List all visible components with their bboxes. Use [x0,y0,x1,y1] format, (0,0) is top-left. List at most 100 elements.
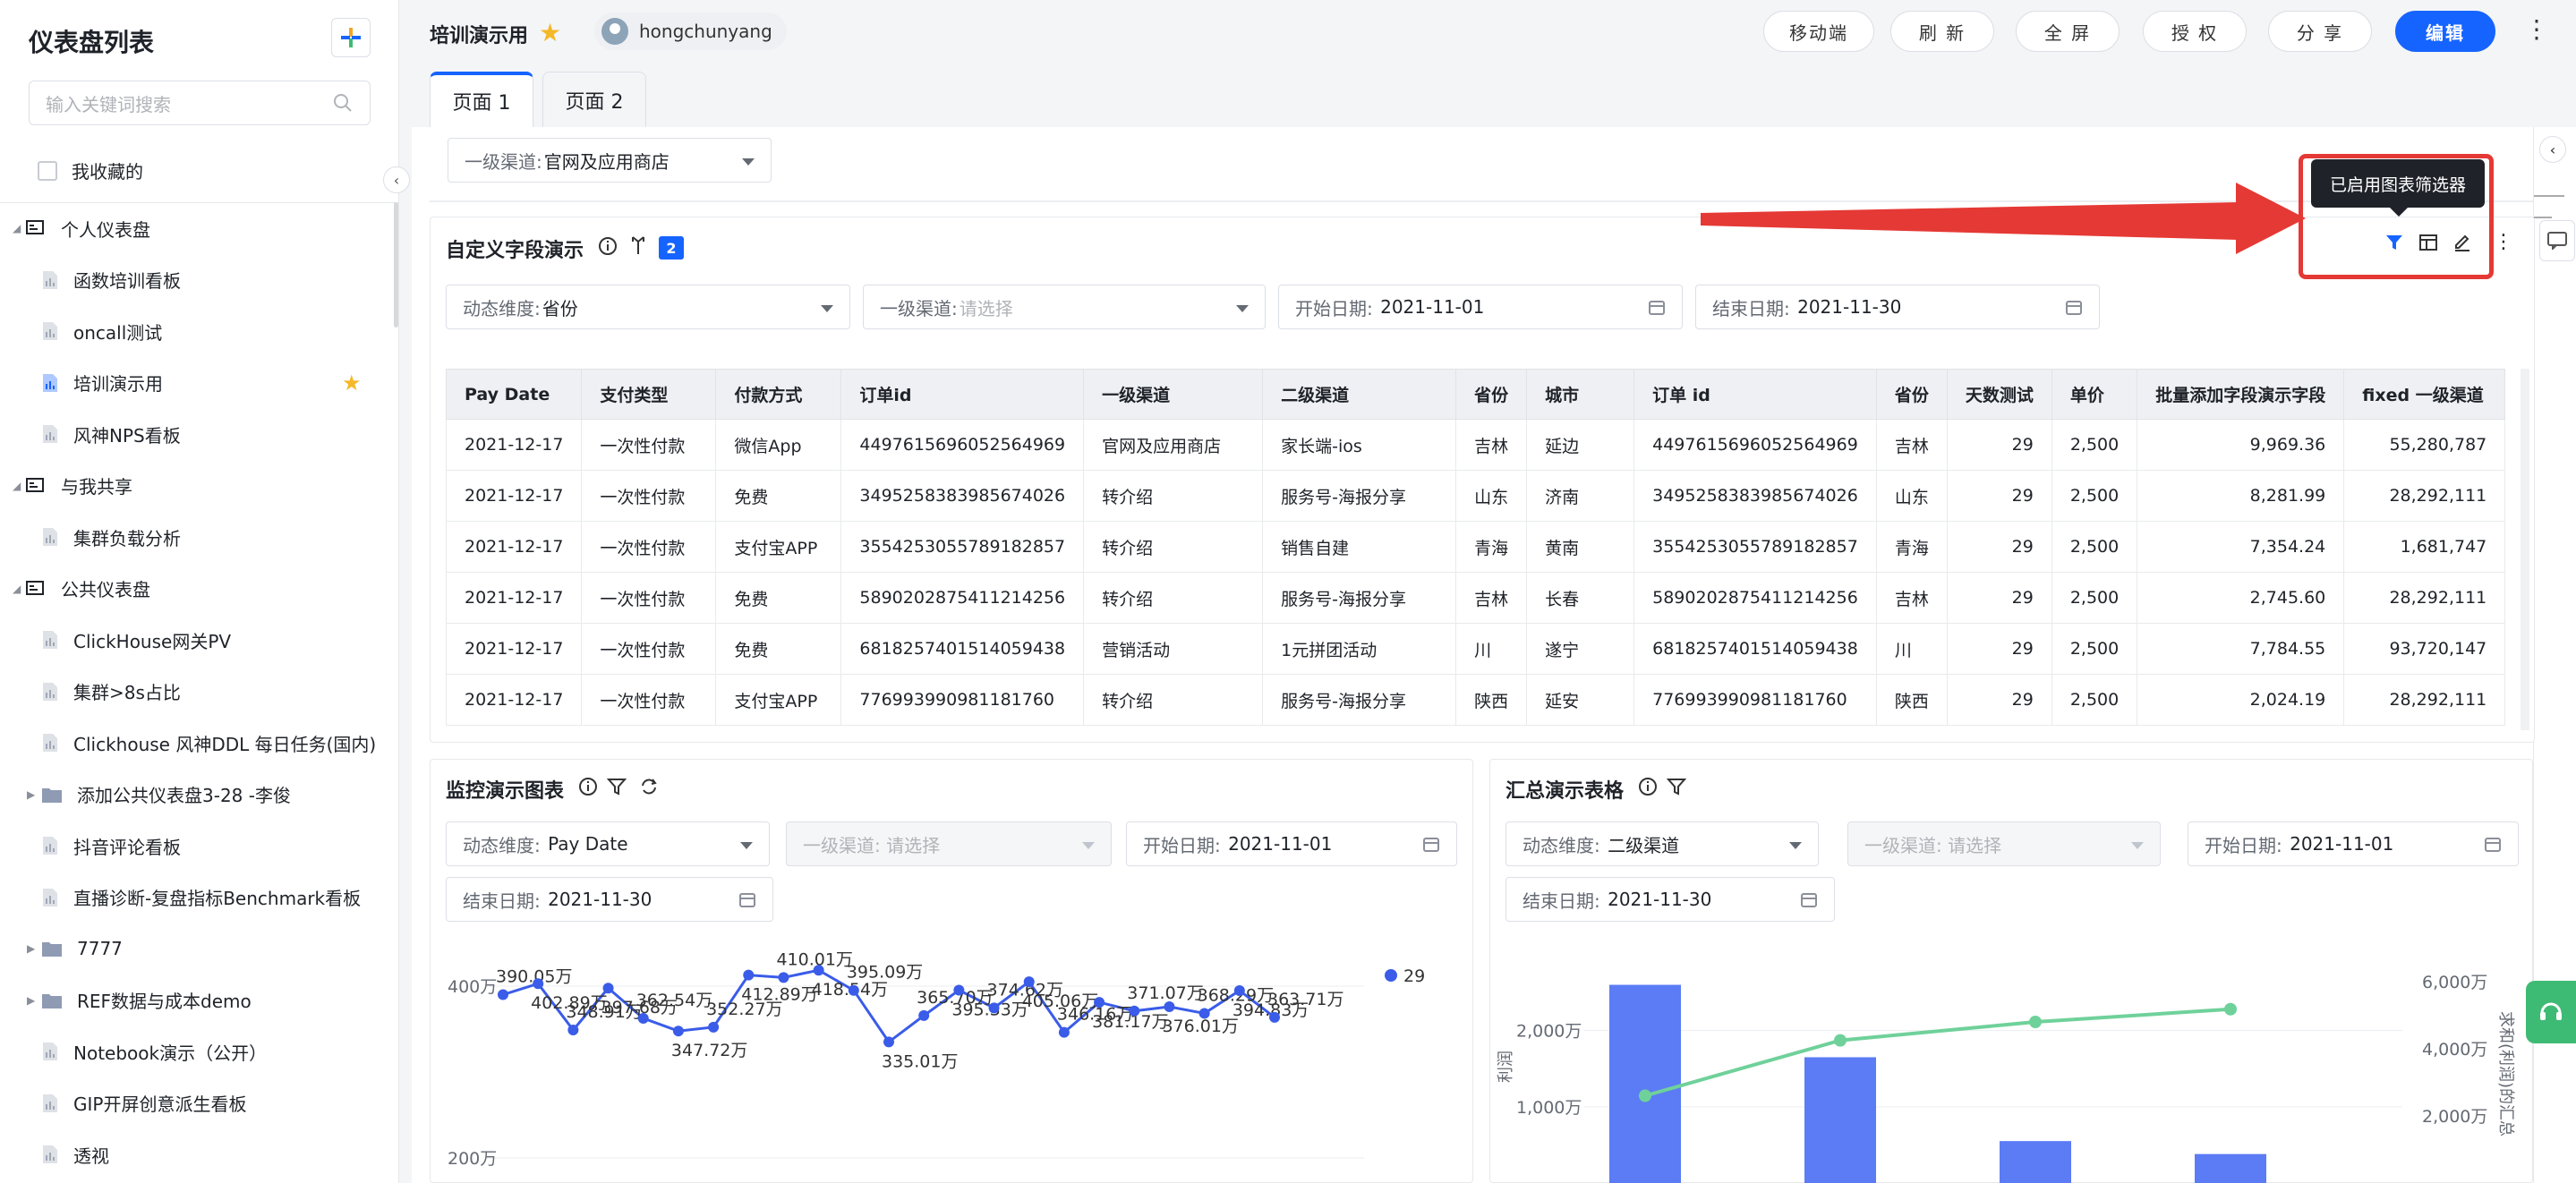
dimension-filter[interactable]: 动态维度: Pay Date [446,821,770,866]
table-cell: 2021-12-17 [446,572,583,624]
chevron-down-icon [821,305,833,312]
comment-icon[interactable] [2539,220,2575,261]
table-cell: 支付宝APP [715,674,842,726]
tree-group-1[interactable]: ◢ 与我共享 [0,461,399,511]
fork-icon[interactable] [628,234,648,260]
column-header[interactable]: 省份 [1455,369,1528,420]
column-header[interactable]: 二级渠道 [1262,369,1457,420]
tab-page-1[interactable]: 页面 1 [430,72,533,127]
table-cell: 家长端-ios [1262,419,1457,471]
channel-filter[interactable]: 一级渠道: 请选择 [1847,821,2161,866]
tree-folder[interactable]: ▶ REF数据与成本demo [0,975,399,1026]
end-date-filter[interactable]: 结束日期: 2021-11-30 [446,877,773,922]
tree-folder[interactable]: ▶ 7777 [0,923,399,974]
table-cell: 5890202875411214256 [1633,572,1877,624]
tree-group-2[interactable]: ◢ 公共仪表盘 [0,564,399,614]
tree-item[interactable]: 直播诊断-复盘指标Benchmark看板 [0,872,399,923]
share-button[interactable]: 分 享 [2268,11,2372,52]
more-icon[interactable]: ⋮ [2524,14,2549,44]
tree-item[interactable]: ClickHouse网关PV [0,615,399,665]
channel-filter[interactable]: 一级渠道: 请选择 [786,821,1112,866]
table-cell: 6818257401514059438 [1633,623,1877,675]
owner-pill[interactable]: hongchunyang [594,13,787,50]
edit-button[interactable]: 编辑 [2395,11,2495,52]
start-date-filter[interactable]: 开始日期: 2021-11-01 [1278,285,1683,329]
filter-outline-icon[interactable] [1666,777,1687,801]
dimension-filter[interactable]: 动态维度: 省份 [446,285,850,329]
end-date-filter[interactable]: 结束日期: 2021-11-30 [1506,877,1835,922]
table-cell: 服务号-海报分享 [1262,470,1457,522]
column-header[interactable]: 支付类型 [581,369,717,420]
column-header[interactable]: 城市 [1526,369,1635,420]
table-cell: 青海 [1455,521,1528,573]
dashboard-file-icon [41,373,59,393]
assistant-float-button[interactable] [2526,981,2576,1043]
column-header[interactable]: 订单 id [1633,369,1877,420]
column-header[interactable]: 单价 [2051,369,2138,420]
column-header[interactable]: Pay Date [446,369,583,420]
tree-item[interactable]: oncall测试 [0,306,399,356]
column-header[interactable]: 省份 [1875,369,1948,420]
info-icon[interactable] [598,236,618,260]
tab-page-2[interactable]: 页面 2 [542,72,646,127]
collapse-sidebar-button[interactable]: ‹ [383,166,410,193]
tree-item[interactable]: 风神NPS看板 [0,409,399,459]
column-header[interactable]: 批量添加字段演示字段 [2137,369,2345,420]
filter-outline-icon[interactable] [606,777,627,801]
star-icon[interactable]: ★ [539,18,561,47]
data-point [533,978,544,990]
tree-item[interactable]: 培训演示用 ★ [0,358,399,408]
tree-item[interactable]: 集群>8s占比 [0,667,399,717]
global-channel-filter[interactable]: 一级渠道: 官网及应用商店 [448,138,772,183]
headset-icon [2540,1002,2562,1020]
sync-icon[interactable] [639,777,659,801]
dashboard-file-icon [41,1094,59,1113]
tree-item[interactable]: 集群负载分析 [0,512,399,562]
tree-item[interactable]: GIP开屏创意派生看板 [0,1078,399,1128]
start-date-filter[interactable]: 开始日期: 2021-11-01 [1126,821,1457,866]
data-point [1023,976,1035,988]
folder-icon [41,992,63,1009]
tree-group-0[interactable]: ◢ 个人仪表盘 [0,203,399,253]
annotation-highlight [2299,154,2494,279]
linked-count-badge[interactable]: 2 [659,236,684,260]
data-point [1233,984,1245,996]
search-input[interactable]: 输入关键词搜索 [29,81,371,125]
table-cell: 2021-12-17 [446,419,583,471]
card-more-icon[interactable]: ⋮ [2494,231,2513,253]
tree-item[interactable]: Clickhouse 风神DDL 每日任务(国内) [0,718,399,768]
info-icon[interactable] [578,777,598,801]
column-header[interactable]: 订单id [840,369,1085,420]
card-title: 监控演示图表 [446,780,565,803]
y-tick-label: 1,000万 [1516,1098,1582,1118]
favorites-checkbox[interactable] [38,160,57,181]
mobile-button[interactable]: 移动端 [1763,11,1874,52]
data-point [848,984,859,996]
tree-folder[interactable]: ▶ 添加公共仪表盘3-28 -李俊 [0,770,399,820]
tree-item[interactable]: 函数培训看板 [0,255,399,305]
favorites-filter[interactable]: 我收藏的 [38,157,143,183]
end-date-filter[interactable]: 结束日期: 2021-11-30 [1695,285,2100,329]
table-scrollbar[interactable] [2521,369,2529,730]
add-dashboard-button[interactable] [331,18,371,57]
dashboard-file-icon [41,733,59,753]
data-point [1269,1011,1280,1023]
dimension-filter[interactable]: 动态维度: 二级渠道 [1506,821,1819,866]
authorize-button[interactable]: 授 权 [2143,11,2247,52]
column-header[interactable]: 付款方式 [715,369,842,420]
channel-filter[interactable]: 一级渠道: 请选择 [863,285,1266,329]
tree-item[interactable]: 抖音评论看板 [0,821,399,871]
fullscreen-button[interactable]: 全 屏 [2016,11,2120,52]
column-header[interactable]: fixed 一级渠道 [2343,369,2506,420]
start-date-filter[interactable]: 开始日期: 2021-11-01 [2188,821,2519,866]
info-icon[interactable] [1638,777,1658,801]
refresh-button[interactable]: 刷 新 [1890,11,1994,52]
column-header[interactable]: 一级渠道 [1083,369,1264,420]
tree-item[interactable]: 透视 [0,1129,399,1179]
column-header[interactable]: 天数测试 [1946,369,2052,420]
bar [1609,984,1681,1183]
favorite-star-icon[interactable]: ★ [342,370,362,396]
tree-item[interactable]: Notebook演示（公开） [0,1026,399,1077]
table-row: 2021-12-17 一次性付款 免费 5890202875411214256 转介绍服… [446,572,2506,624]
chevron-left-icon[interactable]: ‹ [2539,136,2566,163]
